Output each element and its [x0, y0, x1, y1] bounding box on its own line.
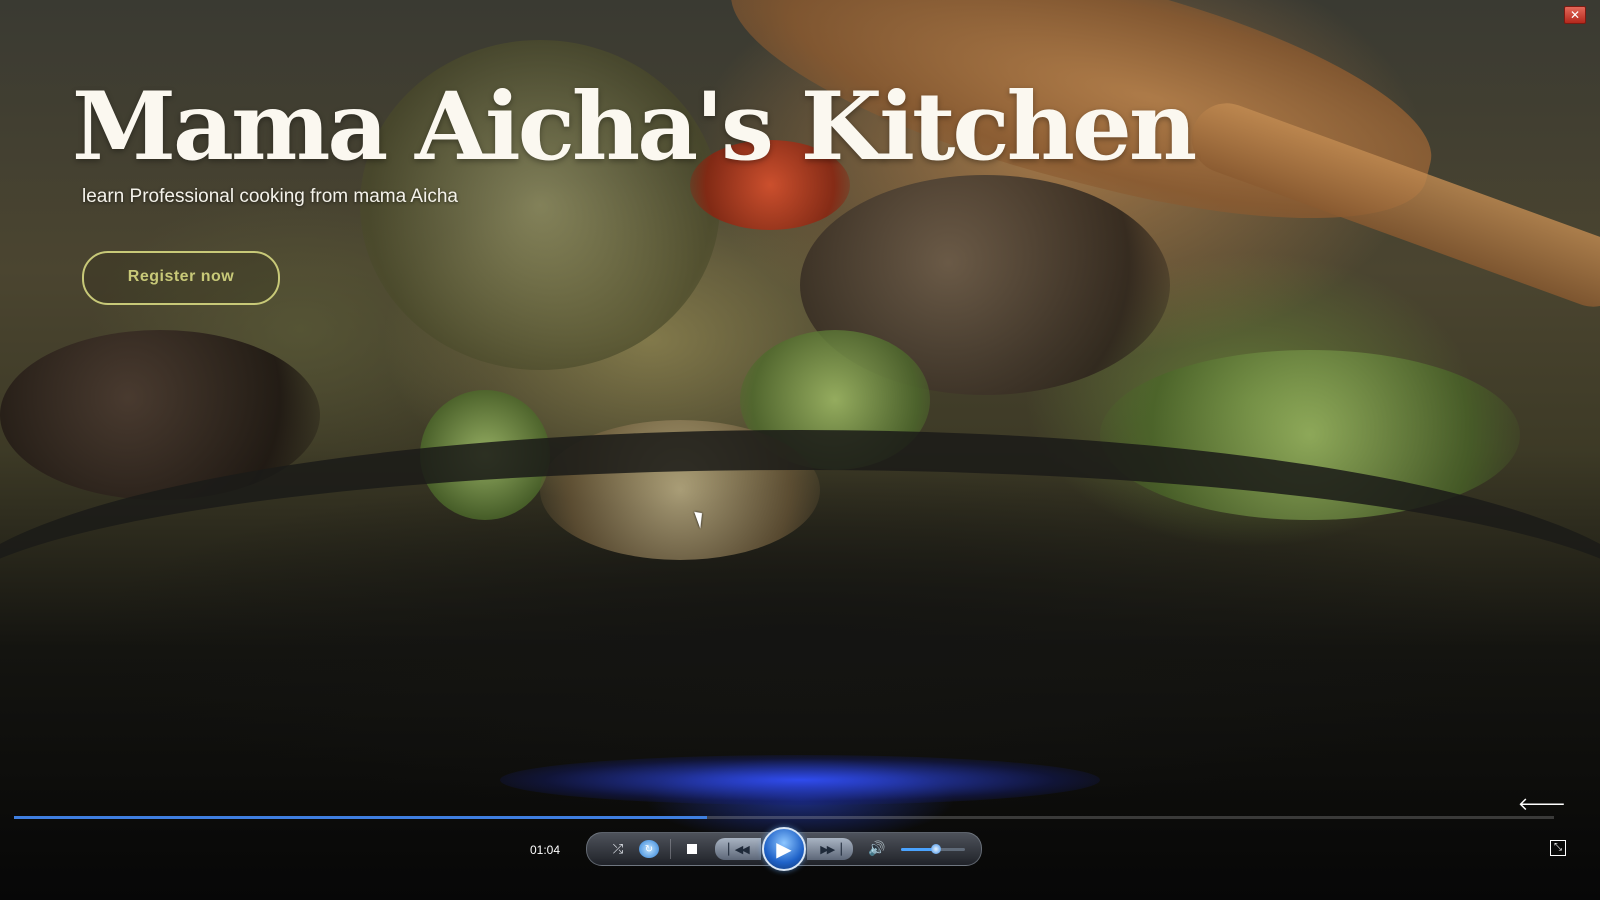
mute-button[interactable]: 🔊 [865, 833, 889, 865]
speaker-icon: 🔊 [868, 841, 886, 857]
previous-icon: ▏◀◀ [728, 842, 749, 856]
play-button[interactable]: ▶ [762, 827, 806, 871]
close-button[interactable]: ✕ [1564, 6, 1586, 24]
elapsed-time: 01:04 [530, 843, 561, 857]
close-icon: ✕ [1569, 8, 1581, 22]
repeat-button[interactable]: ↻ [639, 840, 659, 858]
next-button[interactable]: ▶▶▕ [807, 838, 853, 860]
seek-bar-progress [14, 816, 707, 819]
gas-flame-shape [500, 755, 1100, 805]
volume-slider[interactable] [901, 844, 965, 854]
shuffle-icon: ⤮ [612, 841, 624, 857]
video-frame[interactable]: ✕ Mama Aicha's Kitchen learn Professiona… [0, 0, 1600, 900]
stop-icon [687, 844, 697, 854]
previous-button[interactable]: ▏◀◀ [715, 838, 761, 860]
hero-subtitle: learn Professional cooking from mama Aic… [82, 186, 458, 207]
back-arrow-icon[interactable]: 🡐 [1518, 794, 1566, 815]
switch-to-library-button[interactable]: ⤡ [1550, 840, 1566, 856]
play-icon: ▶ [776, 837, 792, 861]
hero-title: Mama Aicha's Kitchen [72, 72, 1197, 182]
switch-to-library-icon: ⤡ [1554, 842, 1562, 853]
playback-controls: ⤮ ↻ ▏◀◀ ▶ ▶▶▕ 🔊 [586, 827, 982, 871]
stop-button[interactable] [681, 833, 703, 865]
next-icon: ▶▶▕ [820, 842, 841, 856]
volume-knob[interactable] [931, 844, 942, 854]
pan-rim-shape [0, 430, 1600, 790]
seek-bar[interactable] [14, 816, 1554, 819]
divider [670, 839, 671, 859]
repeat-icon: ↻ [644, 843, 654, 855]
register-button[interactable]: Register now [82, 251, 280, 305]
shuffle-button[interactable]: ⤮ [607, 833, 629, 865]
